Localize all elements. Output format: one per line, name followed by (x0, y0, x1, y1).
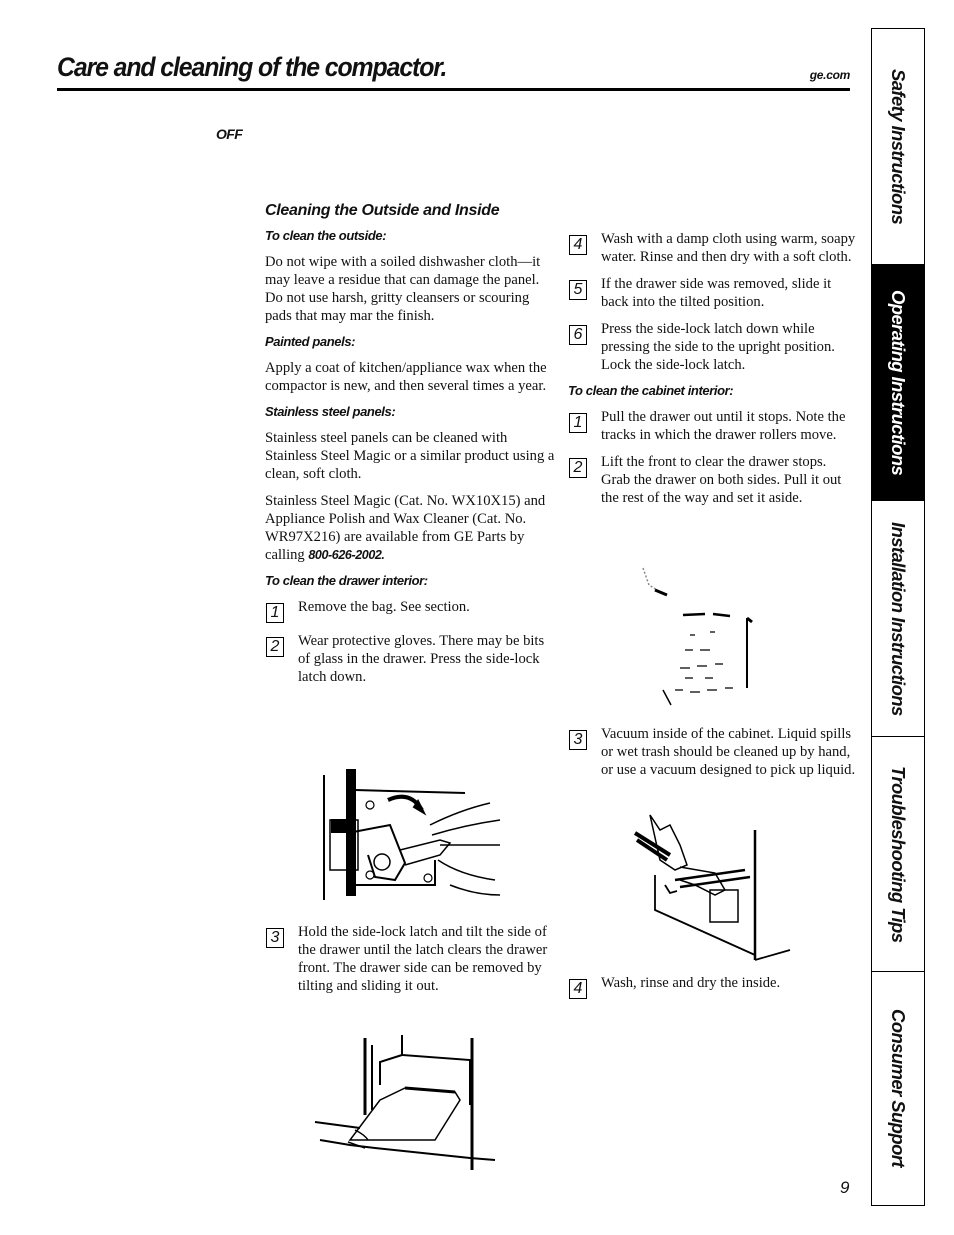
outside-heading: To clean the outside: (265, 228, 387, 243)
side-tab-bar: Safety Instructions Operating Instructio… (871, 28, 925, 1206)
step-number-badge: 1 (569, 413, 587, 433)
drawer-side-illustration (310, 1030, 500, 1175)
step-text: Remove the bag. See section. (298, 599, 470, 615)
step-text: Pull the drawer out until it stops. Note… (601, 409, 846, 443)
drawer-step-3: 3 Hold the side-lock latch and tilt the … (265, 923, 555, 995)
step-number-badge: 3 (266, 928, 284, 948)
step-number-badge: 4 (569, 235, 587, 255)
step-text: Wear protective gloves. There may be bit… (298, 633, 545, 685)
step-number-badge: 5 (569, 280, 587, 300)
tab-installation-instructions[interactable]: Installation Instructions (872, 501, 924, 737)
drawer-interior-heading: To clean the drawer interior: (265, 573, 428, 588)
drawer-step-1: 1 Remove the bag. See section. (265, 598, 555, 623)
painted-heading: Painted panels: (265, 334, 356, 349)
drawer-step-4: 4 Wash with a damp cloth using warm, soa… (568, 230, 858, 266)
stainless-heading: Stainless steel panels: (265, 404, 396, 419)
step-number-badge: 6 (569, 325, 587, 345)
tab-label: Consumer Support (888, 1009, 909, 1167)
cabinet-step-3-container: 3 Vacuum inside of the cabinet. Liquid s… (568, 725, 858, 788)
step-text: Wash with a damp cloth using warm, soapy… (601, 231, 856, 265)
cabinet-step-1: 1 Pull the drawer out until it stops. No… (568, 408, 858, 444)
stainless-text-2: Stainless Steel Magic (Cat. No. WX10X15)… (265, 492, 555, 564)
painted-text: Apply a coat of kitchen/appliance wax wh… (265, 360, 547, 394)
step-text: Wash, rinse and dry the inside. (601, 975, 781, 991)
site-link[interactable]: ge.com (810, 68, 851, 82)
tab-label: Troubleshooting Tips (888, 765, 909, 943)
tab-safety-instructions[interactable]: Safety Instructions (872, 29, 924, 265)
tab-label: Operating Instructions (888, 289, 909, 476)
step-text: Vacuum inside of the cabinet. Liquid spi… (601, 726, 856, 778)
step-number-badge: 4 (569, 979, 587, 999)
phone-number: 800-626-2002. (308, 548, 385, 562)
right-column: 4 Wash with a damp cloth using warm, soa… (568, 230, 858, 516)
cabinet-step-4: 4 Wash, rinse and dry the inside. (568, 974, 858, 999)
drawer-step-5: 5 If the drawer side was removed, slide … (568, 275, 858, 311)
outside-text: Do not wipe with a soiled dishwasher clo… (265, 254, 541, 324)
latch-illustration (310, 765, 505, 905)
cabinet-interior-heading: To clean the cabinet interior: (568, 383, 734, 398)
tab-operating-instructions[interactable]: Operating Instructions (872, 265, 924, 501)
stainless-text-1: Stainless steel panels can be cleaned wi… (265, 430, 555, 482)
drawer-step-6: 6 Press the side-lock latch down while p… (568, 320, 858, 374)
step-number-badge: 3 (569, 730, 587, 750)
step-number-badge: 2 (266, 637, 284, 657)
off-label: OFF (216, 126, 243, 142)
cabinet-step-2: 2 Lift the front to clear the drawer sto… (568, 453, 858, 507)
tab-label: Safety Instructions (888, 68, 909, 225)
tab-label: Installation Instructions (888, 521, 909, 716)
drawer-step-2: 2 Wear protective gloves. There may be b… (265, 632, 555, 686)
step-text: Lift the front to clear the drawer stops… (601, 454, 842, 506)
page-title: Care and cleaning of the compactor. (57, 52, 447, 82)
drawer-step-3-container: 3 Hold the side-lock latch and tilt the … (265, 923, 555, 1004)
page-number: 9 (840, 1178, 850, 1197)
step-text: Hold the side-lock latch and tilt the si… (298, 924, 548, 994)
step-number-badge: 2 (569, 458, 587, 478)
vacuum-illustration (615, 805, 795, 965)
title-rule (57, 88, 850, 91)
section-heading: Cleaning the Outside and Inside (265, 202, 500, 219)
cabinet-step-4-container: 4 Wash, rinse and dry the inside. (568, 974, 858, 1008)
step-text: If the drawer side was removed, slide it… (601, 276, 832, 310)
tab-troubleshooting-tips[interactable]: Troubleshooting Tips (872, 737, 924, 972)
tab-consumer-support[interactable]: Consumer Support (872, 972, 924, 1204)
step-text: Press the side-lock latch down while pre… (601, 321, 835, 373)
left-column: Cleaning the Outside and Inside To clean… (265, 202, 555, 695)
step-number-badge: 1 (266, 603, 284, 623)
drawer-removal-illustration (635, 560, 765, 710)
cabinet-step-3: 3 Vacuum inside of the cabinet. Liquid s… (568, 725, 858, 779)
